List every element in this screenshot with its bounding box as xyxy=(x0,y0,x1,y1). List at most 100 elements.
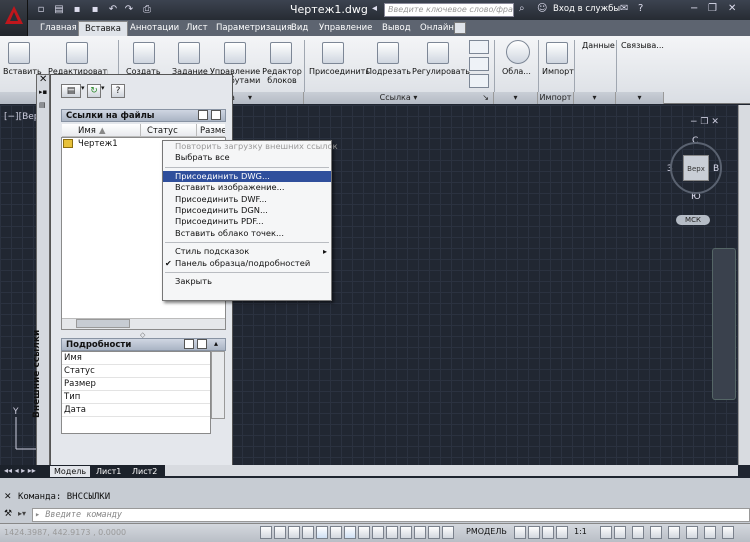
refresh-icon[interactable]: ↻ xyxy=(87,84,101,98)
recent-commands-icon[interactable]: ▸▾ xyxy=(18,509,26,518)
ribbon-toggle-icon[interactable] xyxy=(454,22,466,34)
annotation-scale[interactable]: 1:1 xyxy=(574,527,587,536)
new-icon[interactable]: ▫ xyxy=(34,3,48,16)
import-panel-footer[interactable]: Импорт xyxy=(538,92,574,104)
command-input[interactable]: ▸ Введите команду xyxy=(32,508,750,522)
create-block-icon[interactable] xyxy=(133,42,155,64)
lock-icon[interactable] xyxy=(650,526,662,539)
edit-attribute-icon[interactable] xyxy=(66,42,88,64)
auto-scale-icon[interactable] xyxy=(614,526,626,539)
model-space-toggle[interactable]: РМОДЕЛЬ xyxy=(466,527,507,536)
clip-icon[interactable] xyxy=(377,42,399,64)
adjust-icon[interactable] xyxy=(427,42,449,64)
scroll-thumb[interactable] xyxy=(76,319,130,328)
snap-icon[interactable] xyxy=(469,74,489,88)
infer-constraints-icon[interactable] xyxy=(260,526,272,539)
tab-layout[interactable]: Лист xyxy=(180,21,214,36)
transparency-icon[interactable] xyxy=(414,526,426,539)
polar-icon[interactable] xyxy=(316,526,328,539)
menu-item[interactable]: Стиль подсказок ▸ xyxy=(163,246,331,257)
workspace-switch-icon[interactable] xyxy=(632,526,644,539)
block-editor-icon[interactable] xyxy=(270,42,292,64)
menu-item[interactable]: Присоединить DGN... xyxy=(163,205,331,216)
tree-view-icon[interactable] xyxy=(211,110,221,120)
tab-model[interactable]: Модель xyxy=(50,466,91,477)
hardware-acceleration-icon[interactable] xyxy=(668,526,680,539)
viewport-label[interactable]: [−][Вер xyxy=(4,112,40,122)
redo-icon[interactable]: ↷ xyxy=(122,3,136,16)
reference-panel-footer[interactable]: Ссылка ▾ ↘ xyxy=(304,92,494,104)
attach-button[interactable]: Присоединить xyxy=(309,67,370,76)
menu-item[interactable]: Закрыть xyxy=(163,276,331,287)
command-close-icon[interactable]: ✕ xyxy=(4,492,12,502)
column-name[interactable]: Имя xyxy=(78,125,96,137)
point-cloud-icon[interactable] xyxy=(506,40,530,64)
quick-view-drawings-icon[interactable] xyxy=(528,526,540,539)
attach-dwg-icon[interactable]: ▤ xyxy=(61,84,81,98)
file-row-name[interactable]: Чертеж1 xyxy=(78,138,118,150)
tab-home[interactable]: Главная xyxy=(34,21,83,36)
block-editor-button[interactable]: Редактор блоков xyxy=(262,67,302,85)
menu-item[interactable]: Вставить изображение... xyxy=(163,182,331,193)
wrench-icon[interactable]: ⚒ xyxy=(4,509,12,519)
wcs-menu[interactable]: МСК xyxy=(676,215,710,225)
tab-sheet1[interactable]: Лист1 xyxy=(92,466,125,477)
menu-item[interactable]: Выбрать все xyxy=(163,152,331,163)
isolate-objects-icon[interactable] xyxy=(686,526,698,539)
ducs-icon[interactable] xyxy=(372,526,384,539)
ortho-icon[interactable] xyxy=(302,526,314,539)
define-attribute-icon[interactable] xyxy=(178,42,200,64)
details-scrollbar[interactable] xyxy=(211,351,225,419)
preview-view-icon[interactable] xyxy=(197,339,207,349)
status-menu-icon[interactable] xyxy=(704,526,716,539)
underlay-layers-icon[interactable] xyxy=(469,40,489,54)
horizontal-scrollbar[interactable] xyxy=(165,465,738,476)
tab-sheet2[interactable]: Лист2 xyxy=(128,466,161,477)
save-icon[interactable]: ▪ xyxy=(70,3,84,16)
search-expand-icon[interactable]: ◂ xyxy=(372,3,377,14)
close-icon[interactable]: ✕ xyxy=(728,3,736,14)
menu-item[interactable]: Присоединить DWG... xyxy=(163,170,331,183)
annotation-visibility-icon[interactable] xyxy=(600,526,612,539)
help-icon[interactable]: ? xyxy=(638,3,643,14)
undo-icon[interactable]: ↶ xyxy=(106,3,120,16)
clip-button[interactable]: Подрезать xyxy=(366,67,411,76)
manage-attributes-icon[interactable] xyxy=(224,42,246,64)
save-as-icon[interactable]: ▪ xyxy=(88,3,102,16)
quick-view-layouts-icon[interactable] xyxy=(514,526,526,539)
clean-screen-icon[interactable] xyxy=(722,526,734,539)
open-icon[interactable]: ▤ xyxy=(52,3,66,16)
frames-icon[interactable] xyxy=(469,57,489,71)
collapse-icon[interactable]: ▴ xyxy=(214,339,218,348)
tab-annotate[interactable]: Аннотации xyxy=(124,21,185,36)
coordinates-readout[interactable]: 1424.3987, 442.9173 , 0.0000 xyxy=(4,528,126,537)
help-icon[interactable]: ? xyxy=(111,84,125,98)
tab-view[interactable]: Вид xyxy=(285,21,314,36)
snap-mode-icon[interactable] xyxy=(274,526,286,539)
search-icon[interactable]: ⌕ xyxy=(519,3,525,14)
data-panel-footer[interactable]: ▾ xyxy=(574,92,616,104)
palette-autohide-icon[interactable]: ▸▪ xyxy=(39,88,47,96)
linking-panel-title[interactable]: Связыва... xyxy=(621,41,664,50)
pan-icon[interactable] xyxy=(542,526,554,539)
exchange-icon[interactable]: ✉ xyxy=(620,3,628,14)
selection-cycling-icon[interactable] xyxy=(442,526,454,539)
menu-item[interactable]: Присоединить DWF... xyxy=(163,194,331,205)
menu-item[interactable]: Присоединить PDF... xyxy=(163,216,331,227)
dyn-icon[interactable] xyxy=(386,526,398,539)
cloud-panel-footer[interactable]: ▾ xyxy=(494,92,538,104)
import-button[interactable]: Импорт xyxy=(542,67,574,76)
print-icon[interactable]: ⎙ xyxy=(140,3,154,16)
3d-osnap-icon[interactable] xyxy=(344,526,356,539)
menu-item[interactable]: Вставить облако точек... xyxy=(163,228,331,239)
column-status[interactable]: Статус xyxy=(147,125,178,137)
insert-block-icon[interactable] xyxy=(8,42,30,64)
vertical-scrollbar[interactable] xyxy=(738,105,750,465)
app-menu-button[interactable] xyxy=(0,0,28,36)
attach-icon[interactable] xyxy=(322,42,344,64)
tab-manage[interactable]: Управление xyxy=(313,21,378,36)
osnap-icon[interactable] xyxy=(330,526,342,539)
tab-output[interactable]: Вывод xyxy=(376,21,417,36)
viewport-controls[interactable]: − ❐ ✕ xyxy=(690,117,719,127)
quick-properties-icon[interactable] xyxy=(428,526,440,539)
